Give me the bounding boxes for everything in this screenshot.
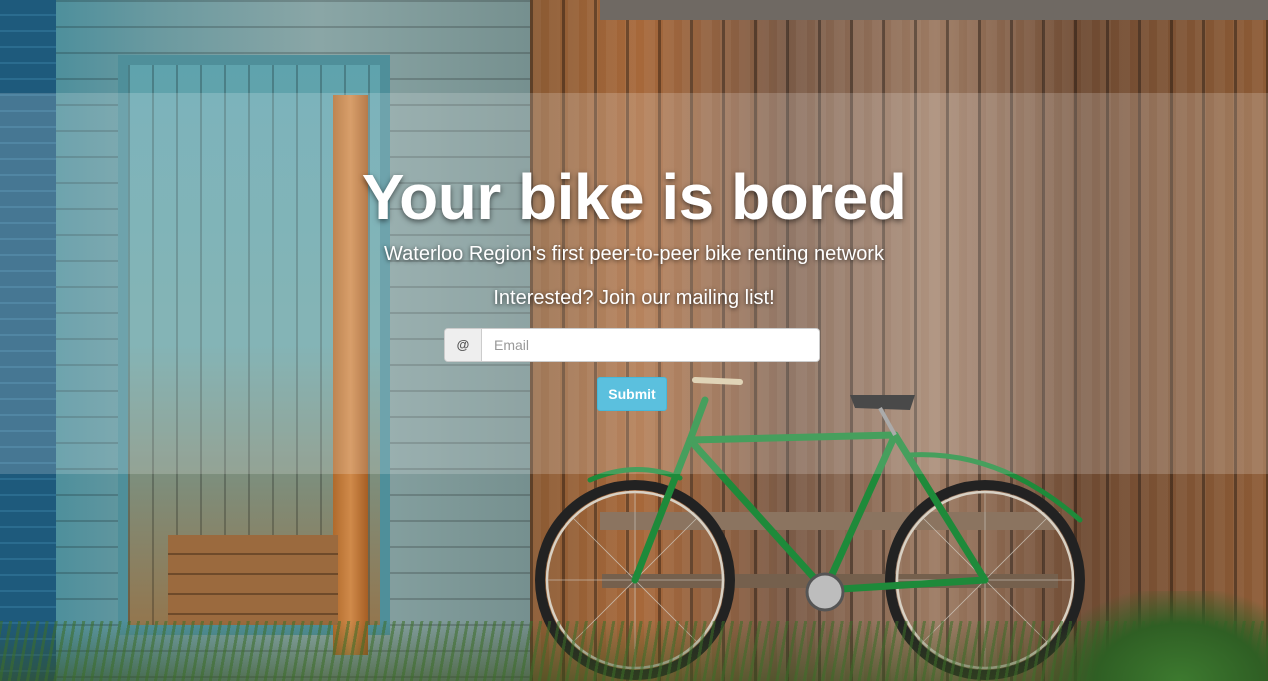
mailing-list-prompt: Interested? Join our mailing list! [493,287,775,309]
grass-patch [1048,591,1268,681]
hero-subtitle: Waterloo Region's first peer-to-peer bik… [384,243,884,265]
email-input-group: @ [444,328,820,362]
hero-overlay [0,93,1268,474]
at-sign-icon: @ [445,329,482,361]
email-field[interactable] [482,329,819,361]
hero-title: Your bike is bored [361,161,907,233]
roof-edge [600,0,1268,20]
submit-button[interactable]: Submit [597,377,667,411]
